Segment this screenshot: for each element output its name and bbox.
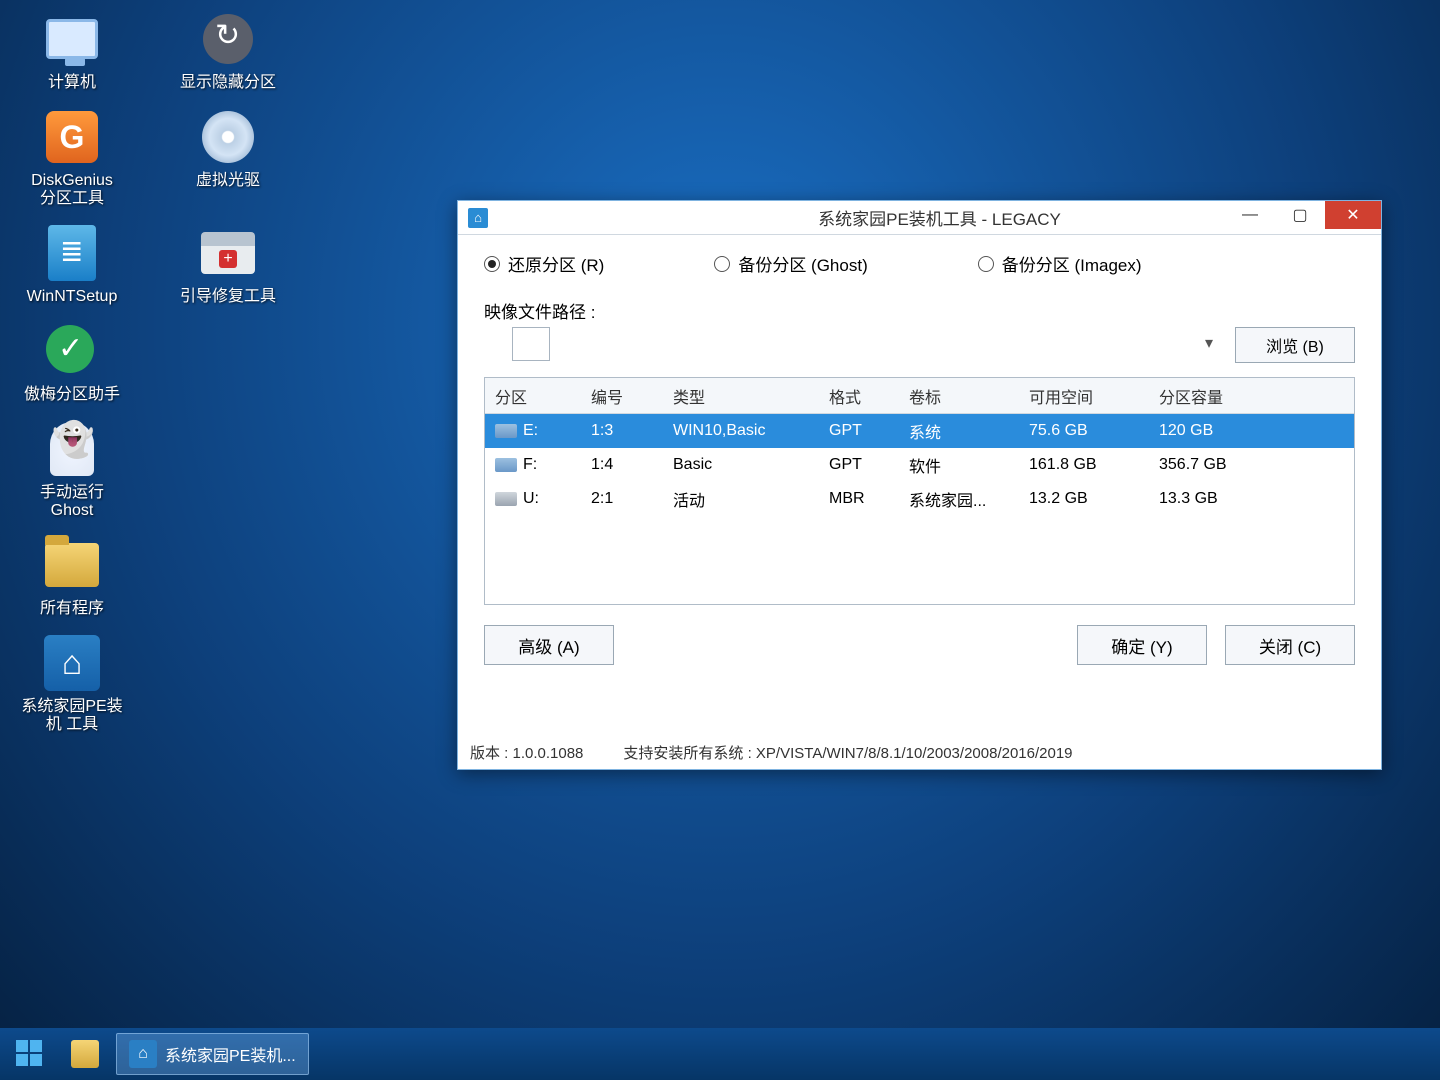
image-path-label: 映像文件路径 : [484, 298, 604, 323]
radio-backup-imagex[interactable]: 备份分区 (Imagex) [978, 251, 1142, 276]
maximize-button[interactable]: ▢ [1275, 201, 1325, 229]
icon-computer[interactable]: 计算机 [12, 8, 132, 92]
image-path-select[interactable] [512, 327, 550, 361]
radio-dot-icon [978, 256, 994, 272]
pe-installer-window: ⌂ 系统家园PE装机工具 - LEGACY — ▢ ✕ 还原分区 (R) 备份分… [457, 200, 1382, 770]
icon-winntsetup[interactable]: WinNTSetup [12, 222, 132, 306]
cancel-button[interactable]: 关闭 (C) [1225, 625, 1355, 665]
taskbar-explorer[interactable] [60, 1033, 110, 1075]
disk-icon [495, 424, 517, 438]
radio-dot-icon [484, 256, 500, 272]
desktop-icons: 计算机 显示隐藏分区 GDiskGenius 分区工具 虚拟光驱 WinNTSe… [12, 8, 288, 734]
icon-boot-repair[interactable]: 引导修复工具 [168, 222, 288, 306]
table-row[interactable]: U:2:1活动MBR系统家园...13.2 GB13.3 GB [485, 482, 1354, 516]
disk-icon [495, 458, 517, 472]
table-row[interactable]: F:1:4BasicGPT软件161.8 GB356.7 GB [485, 448, 1354, 482]
supported-os-text: 支持安装所有系统 : XP/VISTA/WIN7/8/8.1/10/2003/2… [623, 742, 1369, 763]
icon-manual-ghost[interactable]: 手动运行 Ghost [12, 418, 132, 520]
start-button[interactable] [6, 1034, 54, 1074]
partition-table: 分区 编号 类型 格式 卷标 可用空间 分区容量 E:1:3WIN10,Basi… [484, 377, 1355, 605]
icon-diskgenius[interactable]: GDiskGenius 分区工具 [12, 106, 132, 208]
mode-radio-group: 还原分区 (R) 备份分区 (Ghost) 备份分区 (Imagex) [484, 251, 1355, 276]
status-bar: 版本 : 1.0.0.1088 支持安装所有系统 : XP/VISTA/WIN7… [470, 742, 1369, 763]
icon-aomei-partition[interactable]: 傲梅分区助手 [12, 320, 132, 404]
version-text: 版本 : 1.0.0.1088 [470, 742, 583, 763]
taskbar-pe-installer[interactable]: ⌂ 系统家园PE装机... [116, 1033, 309, 1075]
radio-dot-icon [714, 256, 730, 272]
icon-pe-installer[interactable]: 系统家园PE装 机 工具 [12, 632, 132, 734]
icon-all-programs[interactable]: 所有程序 [12, 534, 132, 618]
advanced-button[interactable]: 高级 (A) [484, 625, 614, 665]
table-row[interactable]: E:1:3WIN10,BasicGPT系统75.6 GB120 GB [485, 414, 1354, 448]
titlebar[interactable]: ⌂ 系统家园PE装机工具 - LEGACY — ▢ ✕ [458, 201, 1381, 235]
ok-button[interactable]: 确定 (Y) [1077, 625, 1207, 665]
windows-logo-icon [14, 1038, 46, 1070]
disk-icon [495, 492, 517, 506]
table-header: 分区 编号 类型 格式 卷标 可用空间 分区容量 [485, 378, 1354, 414]
taskbar: ⌂ 系统家园PE装机... [0, 1028, 1440, 1080]
app-icon: ⌂ [468, 208, 488, 228]
app-icon: ⌂ [129, 1040, 157, 1068]
minimize-button[interactable]: — [1225, 201, 1275, 229]
close-button[interactable]: ✕ [1325, 201, 1381, 229]
icon-virtual-cd[interactable]: 虚拟光驱 [168, 106, 288, 208]
folder-icon [71, 1040, 99, 1068]
browse-button[interactable]: 浏览 (B) [1235, 327, 1355, 363]
radio-backup-ghost[interactable]: 备份分区 (Ghost) [714, 251, 867, 276]
icon-show-hidden-partition[interactable]: 显示隐藏分区 [168, 8, 288, 92]
radio-restore[interactable]: 还原分区 (R) [484, 251, 604, 276]
